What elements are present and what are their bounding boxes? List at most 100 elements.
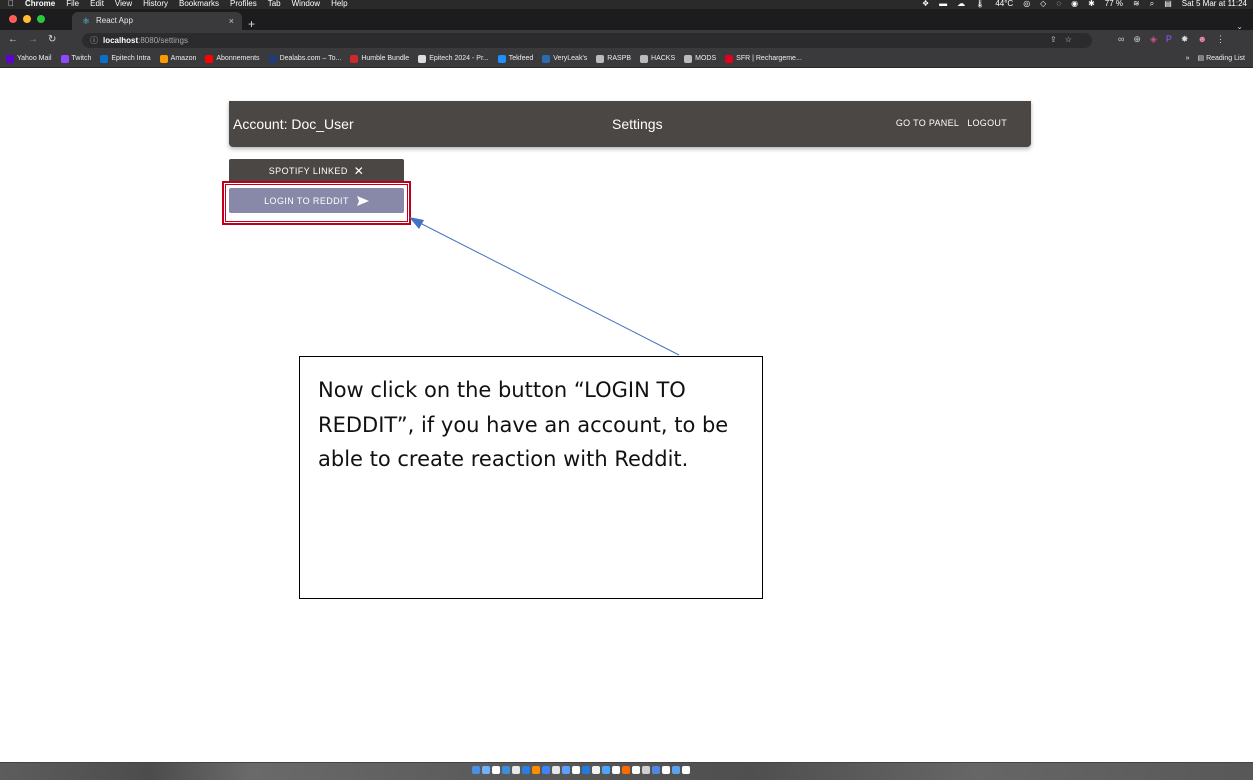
dock-app-icon[interactable] [622,766,630,774]
dock-app-icon[interactable] [632,766,640,774]
status-icon[interactable]: ◎ [1023,0,1030,8]
mail-icon[interactable]: ▬ [939,0,947,8]
extension-shield-icon[interactable]: ◈ [1150,34,1157,45]
dock-app-icon[interactable] [592,766,600,774]
site-info-icon[interactable]: ⓘ [90,33,98,48]
extension-glasses-icon[interactable]: ∞ [1118,34,1124,45]
bookmark-item[interactable]: Humble Bundle [350,51,409,67]
dock-app-icon[interactable] [612,766,620,774]
bookmark-item[interactable]: Epitech 2024 - Pr... [418,51,489,67]
dock-app-icon[interactable] [652,766,660,774]
dock-app-icon[interactable] [642,766,650,774]
airdrop-icon[interactable]: ◉ [1071,0,1078,8]
bookmark-label: Epitech 2024 - Pr... [429,55,489,62]
diamond-icon[interactable]: ◇ [1040,0,1046,8]
extension-h-icon[interactable]: ⊕ [1133,34,1141,45]
dock-app-icon[interactable] [512,766,520,774]
bookmark-label: Yahoo Mail [17,55,52,62]
thermometer-icon[interactable]: 🌡 [975,0,985,8]
dock-app-icon[interactable] [472,766,480,774]
bookmark-item[interactable]: VeryLeak's [542,51,587,67]
bookmark-item[interactable]: Amazon [159,51,196,67]
extension-p-icon[interactable]: P [1166,34,1172,45]
extensions-puzzle-icon[interactable]: ✸ [1181,34,1189,45]
spotify-linked-button[interactable]: SPOTIFY LINKED ✕ [229,159,404,183]
dropbox-icon[interactable]: ❖ [922,0,929,8]
menu-item-chrome[interactable]: Chrome [25,0,55,8]
close-tab-icon[interactable]: × [229,12,234,30]
bookmark-star-icon[interactable]: ☆ [1065,35,1072,44]
dock-app-icon[interactable] [542,766,550,774]
dock-app-icon[interactable] [602,766,610,774]
bookmark-item[interactable]: Epitech Intra [100,51,151,67]
bookmark-favicon-icon [350,55,359,63]
more-bookmarks-button[interactable]: » [1186,51,1190,67]
back-arrow-icon[interactable]: ← [8,34,18,45]
bookmark-label: Tekfeed [508,55,534,62]
url-text[interactable]: localhost:8080/settings [103,33,188,48]
reading-list-button[interactable]: ▤ Reading List [1198,51,1245,67]
extensions-area: ∞ ⊕ ◈ P ✸ ☻ ⋮ [1118,34,1225,45]
temperature-readout[interactable]: 44°C [995,0,1013,8]
menu-item-help[interactable]: Help [331,0,347,8]
menu-item-history[interactable]: History [143,0,168,8]
browser-menu-icon[interactable]: ⋮ [1216,34,1225,45]
dock-app-icon[interactable] [552,766,560,774]
clock[interactable]: Sat 5 Mar at 11:24 [1182,0,1247,8]
spotlight-search-icon[interactable]: ⌕ [1150,0,1154,8]
circle-icon[interactable]: ◌ [1056,0,1061,8]
bookmark-item[interactable]: HACKS [640,51,675,67]
bookmark-item[interactable]: Tekfeed [497,51,534,67]
dock-app-icon[interactable] [562,766,570,774]
bookmark-item[interactable]: MODS [684,51,716,67]
dock-app-icon[interactable] [662,766,670,774]
dock-app-icon[interactable] [572,766,580,774]
bookmark-label: Epitech Intra [111,55,151,62]
wifi-icon[interactable]: ≋ [1133,0,1140,8]
menu-item-edit[interactable]: Edit [90,0,104,8]
close-icon: ✕ [353,164,365,178]
bookmark-item[interactable]: Yahoo Mail [6,51,52,67]
dock-app-icon[interactable] [582,766,590,774]
go-to-panel-button[interactable]: GO TO PANEL [896,118,959,128]
dock-app-icon[interactable] [482,766,490,774]
bookmark-item[interactable]: SFR | Rechargeme... [725,51,802,67]
dock-app-icon[interactable] [492,766,500,774]
login-to-reddit-button[interactable]: LOGIN TO REDDIT [229,188,404,213]
menu-item-profiles[interactable]: Profiles [230,0,257,8]
apple-menu-icon[interactable]:  [8,0,14,8]
dock-app-icon[interactable] [522,766,530,774]
menu-item-tab[interactable]: Tab [268,0,281,8]
bookmark-item[interactable]: Twitch [60,51,91,67]
account-label: Account: Doc_User [233,116,354,132]
bluetooth-icon[interactable]: ✱ [1088,0,1095,8]
bookmark-favicon-icon [205,55,214,63]
bookmark-item[interactable]: Abonnements [205,51,260,67]
new-tab-button[interactable]: + [248,18,255,30]
share-icon[interactable]: ⇪ [1050,35,1057,44]
bookmark-item[interactable]: RASPB [596,51,631,67]
dock-app-icon[interactable] [502,766,510,774]
close-window-button[interactable] [9,15,17,23]
minimize-window-button[interactable] [23,15,31,23]
menu-item-view[interactable]: View [115,0,132,8]
zoom-window-button[interactable] [37,15,45,23]
tab-react-app[interactable]: ⚛ React App × [72,12,242,30]
reload-icon[interactable]: ↻ [48,34,56,45]
address-bar[interactable]: ⓘ localhost:8080/settings [82,33,1092,48]
control-center-icon[interactable]: ▤ [1164,0,1172,8]
cloud-icon[interactable]: ☁ [957,0,965,8]
logout-button[interactable]: LOGOUT [967,118,1007,128]
bookmark-label: HACKS [651,55,676,62]
menu-item-window[interactable]: Window [292,0,320,8]
bookmark-item[interactable]: Dealabs.com – To... [268,51,341,67]
dock-app-icon[interactable] [532,766,540,774]
menu-item-bookmarks[interactable]: Bookmarks [179,0,219,8]
menu-item-file[interactable]: File [66,0,79,8]
battery-readout[interactable]: 77 % [1105,0,1123,8]
url-host: localhost [103,36,139,45]
profile-avatar-icon[interactable]: ☻ [1197,34,1206,45]
dock-app-icon[interactable] [682,766,690,774]
forward-arrow-icon[interactable]: → [28,34,38,45]
dock-app-icon[interactable] [672,766,680,774]
